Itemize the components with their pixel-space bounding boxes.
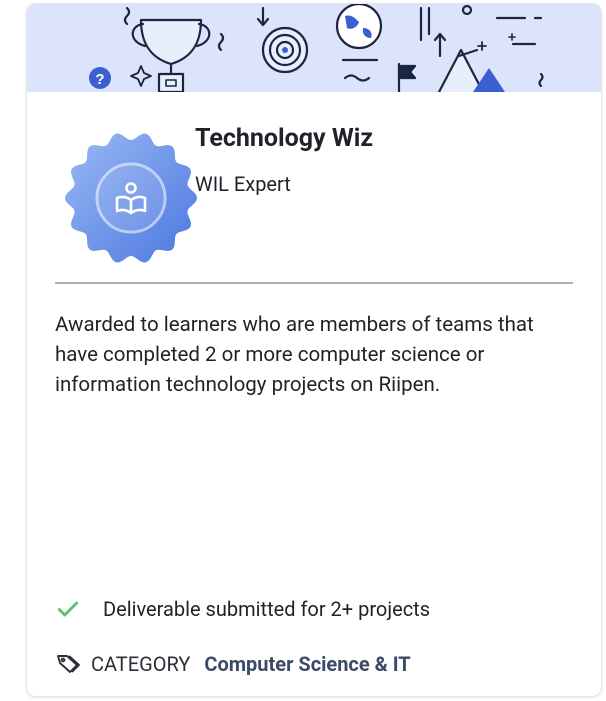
- svg-text:?: ?: [95, 71, 104, 88]
- badge-description: Awarded to learners who are members of t…: [55, 313, 534, 397]
- badge-card: ? Technology Wiz WIL Expert Awarded to l…: [26, 3, 602, 697]
- badge-emblem: [65, 133, 197, 263]
- criteria-item: Deliverable submitted for 2+ projects: [55, 596, 430, 622]
- check-icon: [57, 601, 79, 617]
- category-row: CATEGORY Computer Science & IT: [55, 650, 411, 678]
- banner-illustration: ?: [27, 4, 601, 92]
- badge-subtitle: WIL Expert: [195, 172, 291, 196]
- tag-icon: [57, 655, 80, 673]
- category-label: CATEGORY: [91, 652, 191, 676]
- category-value[interactable]: Computer Science & IT: [204, 652, 410, 676]
- divider: [55, 282, 573, 284]
- badge-title: Technology Wiz: [195, 124, 374, 153]
- criteria-text: Deliverable submitted for 2+ projects: [103, 597, 431, 621]
